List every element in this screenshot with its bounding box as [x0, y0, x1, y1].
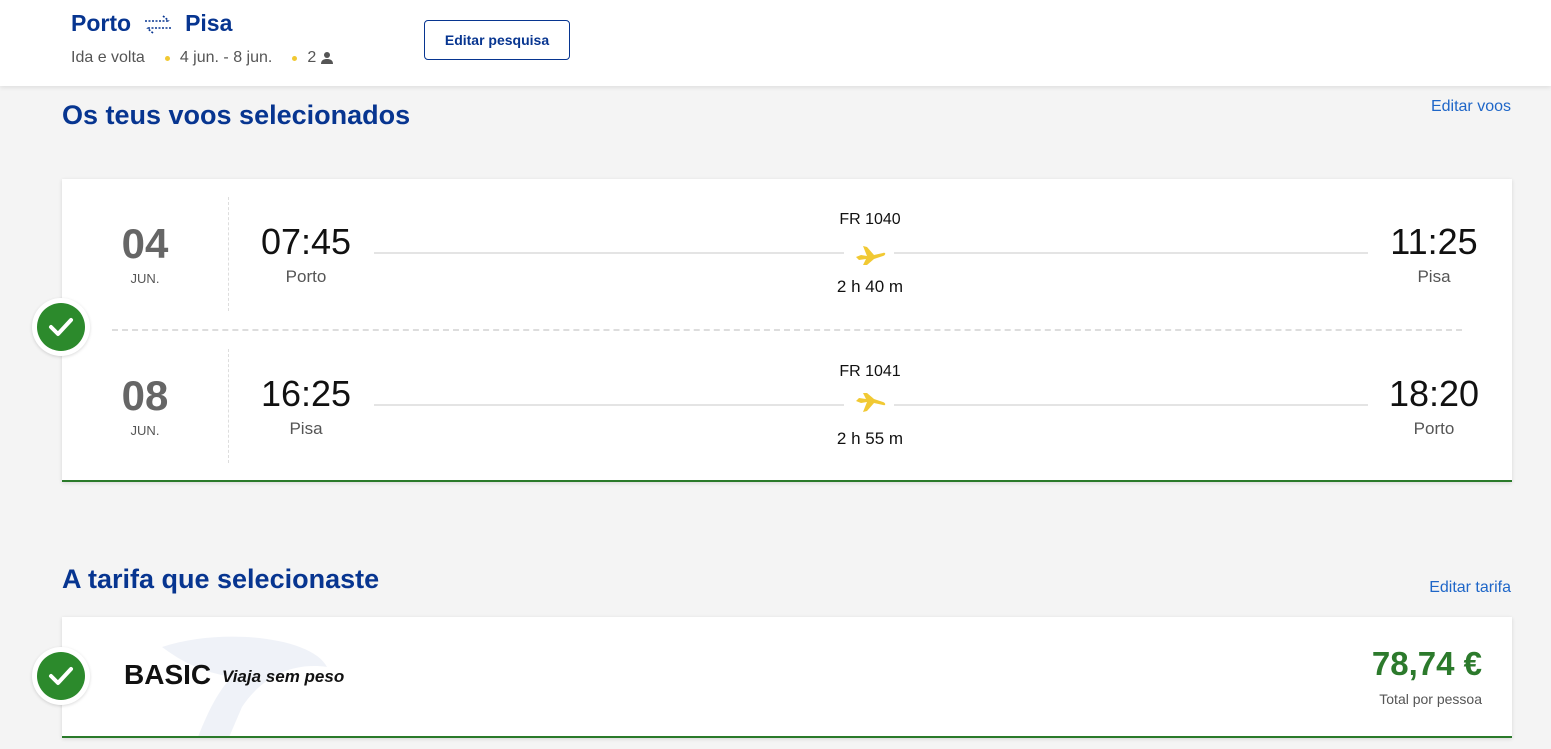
fare-tagline: Viaja sem peso — [222, 667, 345, 686]
date-divider — [228, 349, 229, 463]
route-line — [374, 404, 844, 406]
flight-day: 08 — [121, 372, 169, 419]
arrive-city: Porto — [1413, 419, 1455, 438]
header-bar: Porto Pisa Ida e volta 4 jun. - 8 jun. 2… — [0, 0, 1551, 86]
passenger-count: 2 — [307, 49, 317, 66]
flights-section-title: Os teus voos selecionados — [62, 100, 411, 130]
fare-selected-check — [32, 647, 90, 705]
check-icon — [49, 667, 73, 685]
depart-time: 07:45 — [260, 221, 352, 262]
separator-dot — [164, 55, 170, 61]
plane-icon — [856, 393, 886, 412]
plane-icon — [856, 246, 886, 265]
flights-selected-check — [32, 298, 90, 356]
person-icon — [321, 52, 334, 64]
flight-number: FR 1041 — [839, 363, 901, 380]
date-divider — [228, 197, 229, 311]
arrive-time: 18:20 — [1388, 373, 1480, 414]
route-line — [894, 252, 1368, 254]
flight-month: JUN. — [130, 271, 160, 286]
route-title: Porto Pisa — [71, 10, 232, 37]
route-line — [894, 404, 1368, 406]
trip-type: Ida e volta — [71, 49, 145, 66]
flight-day: 04 — [121, 220, 169, 267]
edit-flights-link[interactable]: Editar voos — [1431, 98, 1511, 116]
depart-time: 16:25 — [260, 373, 352, 414]
check-icon — [49, 318, 73, 336]
destination-city: Pisa — [185, 10, 233, 36]
selected-flights-card: 04 JUN. 07:45 Porto FR 1040 2 h 40 m 11:… — [62, 179, 1512, 482]
fare-price: 78,74 € — [1371, 645, 1482, 682]
route-line — [374, 252, 844, 254]
arrive-city: Pisa — [1417, 267, 1451, 286]
flight-month: JUN. — [130, 423, 160, 438]
trip-summary: Ida e volta 4 jun. - 8 jun. 2 — [71, 49, 334, 67]
selected-fare-card: BASIC Viaja sem peso 78,74 € Total por p… — [62, 617, 1512, 738]
check-badge — [37, 652, 85, 700]
flight-duration: 2 h 40 m — [836, 277, 904, 296]
edit-fare-link[interactable]: Editar tarifa — [1429, 579, 1511, 597]
fare-name: BASIC — [124, 659, 212, 690]
fare-section-title: A tarifa que selecionaste — [62, 564, 380, 594]
check-badge — [37, 303, 85, 351]
flight-date: 04 JUN. — [62, 220, 228, 287]
price-note: Total por pessoa — [1379, 691, 1482, 707]
separator-dot — [292, 55, 298, 61]
edit-search-button[interactable]: Editar pesquisa — [424, 20, 570, 60]
flight-number: FR 1040 — [839, 211, 901, 228]
flight-duration: 2 h 55 m — [836, 429, 904, 448]
depart-city: Porto — [285, 267, 327, 286]
flight-date: 08 JUN. — [62, 372, 228, 439]
swap-arrows-icon — [145, 14, 172, 34]
arrive-time: 11:25 — [1390, 221, 1478, 262]
depart-city: Pisa — [289, 419, 323, 438]
trip-dates: 4 jun. - 8 jun. — [179, 49, 273, 66]
flight-row-outbound: 04 JUN. 07:45 Porto FR 1040 2 h 40 m 11:… — [62, 179, 1512, 329]
origin-city: Porto — [71, 10, 132, 36]
flight-row-return: 08 JUN. 16:25 Pisa FR 1041 2 h 55 m 18:2… — [62, 331, 1512, 481]
